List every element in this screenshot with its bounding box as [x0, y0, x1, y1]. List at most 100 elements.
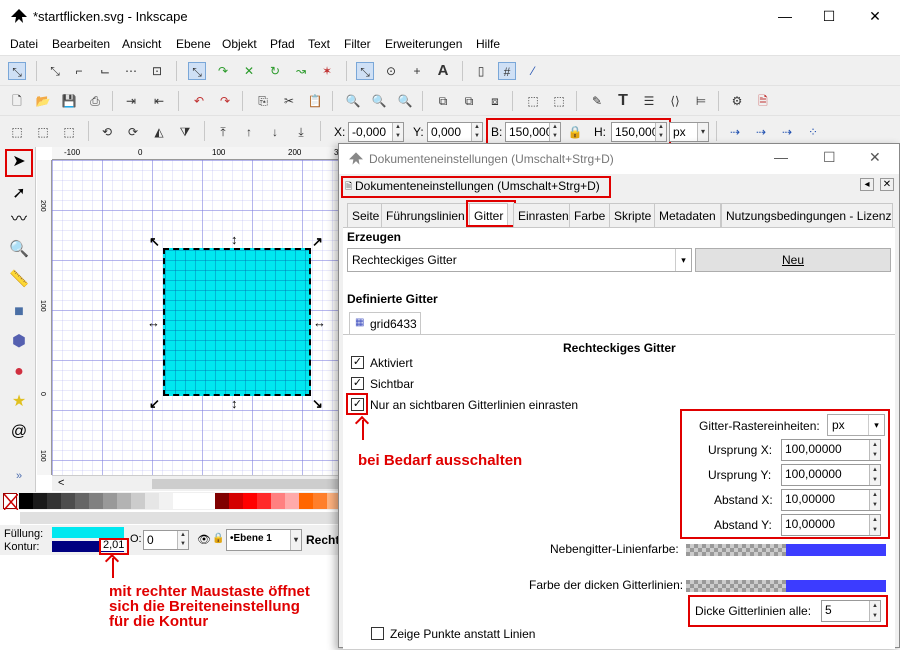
ungroup-icon[interactable]: ⬚ — [550, 92, 568, 110]
unlink-clone-icon[interactable]: ⧈ — [486, 92, 504, 110]
scale-stroke-icon[interactable]: ⇢ — [726, 123, 744, 141]
close-button[interactable]: ✕ — [852, 0, 898, 33]
scale-handle-s[interactable]: ↕ — [231, 397, 238, 410]
dialog-close-button[interactable]: ✕ — [869, 149, 881, 166]
tab-lizenz[interactable]: Nutzungsbedingungen - Lizenz — [721, 203, 893, 227]
flip-horizontal-icon[interactable]: ◭ — [150, 123, 168, 141]
flip-vertical-icon[interactable]: ⧩ — [176, 123, 194, 141]
snap-bbox-midpoint-icon[interactable]: ⋯ — [122, 62, 140, 80]
swatch[interactable] — [131, 493, 145, 509]
zoom-selection-icon[interactable]: 🔍 — [344, 92, 362, 110]
xml-editor-icon[interactable]: ⟨⟩ — [666, 92, 684, 110]
grid-entry-tab[interactable]: ▦ grid6433 — [349, 312, 421, 334]
import-icon[interactable]: ⇥ — [122, 92, 140, 110]
tab-seite[interactable]: Seite — [347, 203, 385, 227]
print-icon[interactable]: ⎙ — [86, 92, 104, 110]
menu-objekt[interactable]: Objekt — [222, 37, 257, 51]
tab-einrasten[interactable]: Einrasten — [513, 203, 574, 227]
no-paint-swatch[interactable] — [3, 493, 19, 511]
select-all-icon[interactable]: ⬚ — [8, 123, 26, 141]
snap-grid-icon[interactable]: # — [498, 62, 516, 80]
raise-icon[interactable]: ↑ — [240, 123, 258, 141]
scale-corners-icon[interactable]: ⇢ — [752, 123, 770, 141]
swatch[interactable] — [313, 493, 327, 509]
menu-ansicht[interactable]: Ansicht — [122, 37, 161, 51]
layers-icon[interactable]: ☰ — [640, 92, 658, 110]
menu-bearbeiten[interactable]: Bearbeiten — [52, 37, 110, 51]
swatch[interactable] — [145, 493, 159, 509]
swatch[interactable] — [187, 493, 201, 509]
swatch[interactable] — [47, 493, 61, 509]
swatch[interactable] — [243, 493, 257, 509]
x-field[interactable]: -0,000 ▲ ▼ — [348, 122, 404, 142]
measure-tool-icon[interactable]: 📏 — [8, 269, 30, 291]
spacing-y-field[interactable]: 10,00000 ▲ ▼ — [781, 514, 881, 536]
menu-hilfe[interactable]: Hilfe — [476, 37, 500, 51]
fill-stroke-icon[interactable]: ✎ — [588, 92, 606, 110]
snap-smooth-icon[interactable]: ↻ — [266, 62, 284, 80]
scale-handle-sw[interactable]: ↙ — [149, 397, 160, 410]
paste-icon[interactable]: 📋 — [306, 92, 324, 110]
redo-icon[interactable]: ↷ — [216, 92, 234, 110]
layer-select[interactable]: •Ebene 1 ▾ — [226, 529, 302, 551]
document-properties-icon[interactable]: 🗎 — [754, 92, 772, 110]
menu-erweiterungen[interactable]: Erweiterungen — [385, 37, 462, 51]
snap-other-icon[interactable]: ✶ — [318, 62, 336, 80]
scale-handle-nw[interactable]: ↖ — [149, 235, 160, 248]
tab-fuehrungslinien[interactable]: Führungslinien — [381, 203, 470, 227]
snap-nodes-icon[interactable]: ⤡ — [188, 62, 206, 80]
copy-icon[interactable]: ⎘ — [254, 92, 272, 110]
swatch[interactable] — [159, 493, 173, 509]
swatch[interactable] — [229, 493, 243, 509]
menu-filter[interactable]: Filter — [344, 37, 371, 51]
swatch[interactable] — [75, 493, 89, 509]
swatch[interactable] — [299, 493, 313, 509]
dialog-minimize-button[interactable]: — — [774, 149, 788, 165]
snap-bbox-icon[interactable]: ⤡ — [46, 62, 64, 80]
tweak-tool-icon[interactable]: 〰 — [8, 209, 30, 231]
transform-gradients-icon[interactable]: ⇢ — [778, 123, 796, 141]
y-field[interactable]: 0,000 ▲ ▼ — [427, 122, 483, 142]
preferences-icon[interactable]: ⚙ — [728, 92, 746, 110]
grid-type-select[interactable]: Rechteckiges Gitter ▾ — [347, 248, 692, 272]
menu-datei[interactable]: Datei — [10, 37, 38, 51]
minimize-button[interactable]: — — [762, 0, 808, 33]
duplicate-icon[interactable]: ⧉ — [434, 92, 452, 110]
rect-tool-icon[interactable]: ■ — [8, 301, 30, 323]
show-dots-checkbox[interactable] — [371, 627, 384, 640]
opacity-field[interactable]: 0 ▲ ▼ — [143, 530, 189, 550]
swatch[interactable] — [61, 493, 75, 509]
transform-patterns-icon[interactable]: ⁘ — [804, 123, 822, 141]
panel-collapse-icon[interactable]: ◂ — [860, 178, 874, 191]
scale-handle-e[interactable]: ↔ — [313, 316, 326, 329]
tab-metadaten[interactable]: Metadaten — [654, 203, 721, 227]
swatch[interactable] — [103, 493, 117, 509]
export-icon[interactable]: ⇤ — [150, 92, 168, 110]
clone-icon[interactable]: ⧉ — [460, 92, 478, 110]
menu-ebene[interactable]: Ebene — [176, 37, 211, 51]
ellipse-tool-icon[interactable]: ● — [8, 361, 30, 383]
major-color-button[interactable] — [686, 580, 886, 592]
enabled-checkbox[interactable]: ✓ — [351, 356, 364, 369]
save-icon[interactable]: 💾 — [60, 92, 78, 110]
canvas-hscrollbar[interactable]: < — [52, 475, 342, 491]
snap-midpoint-icon[interactable]: ↝ — [292, 62, 310, 80]
panel-close-icon[interactable]: ✕ — [880, 178, 894, 191]
snap-enable-icon[interactable]: ⤡ — [8, 62, 26, 80]
more-tools-icon[interactable]: » — [8, 465, 30, 487]
units-select[interactable]: px ▾ — [827, 414, 885, 436]
raise-top-icon[interactable]: ⤒ — [214, 123, 232, 141]
unit-select[interactable]: px ▾ — [669, 122, 709, 142]
fill-indicator[interactable] — [52, 527, 124, 538]
snap-page-border-icon[interactable]: ▯ — [472, 62, 490, 80]
layer-lock-icon[interactable]: 🔒 — [212, 533, 224, 544]
origin-y-field[interactable]: 100,00000 ▲ ▼ — [781, 464, 881, 486]
menu-pfad[interactable]: Pfad — [270, 37, 295, 51]
tab-farbe[interactable]: Farbe — [569, 203, 611, 227]
scale-handle-se[interactable]: ↘ — [312, 397, 323, 410]
swatch[interactable] — [257, 493, 271, 509]
dialog-maximize-button[interactable]: ☐ — [823, 149, 836, 166]
node-tool-icon[interactable]: ➚ — [8, 183, 30, 205]
new-document-icon[interactable]: 🗋 — [8, 92, 26, 110]
minor-color-button[interactable] — [686, 544, 886, 556]
